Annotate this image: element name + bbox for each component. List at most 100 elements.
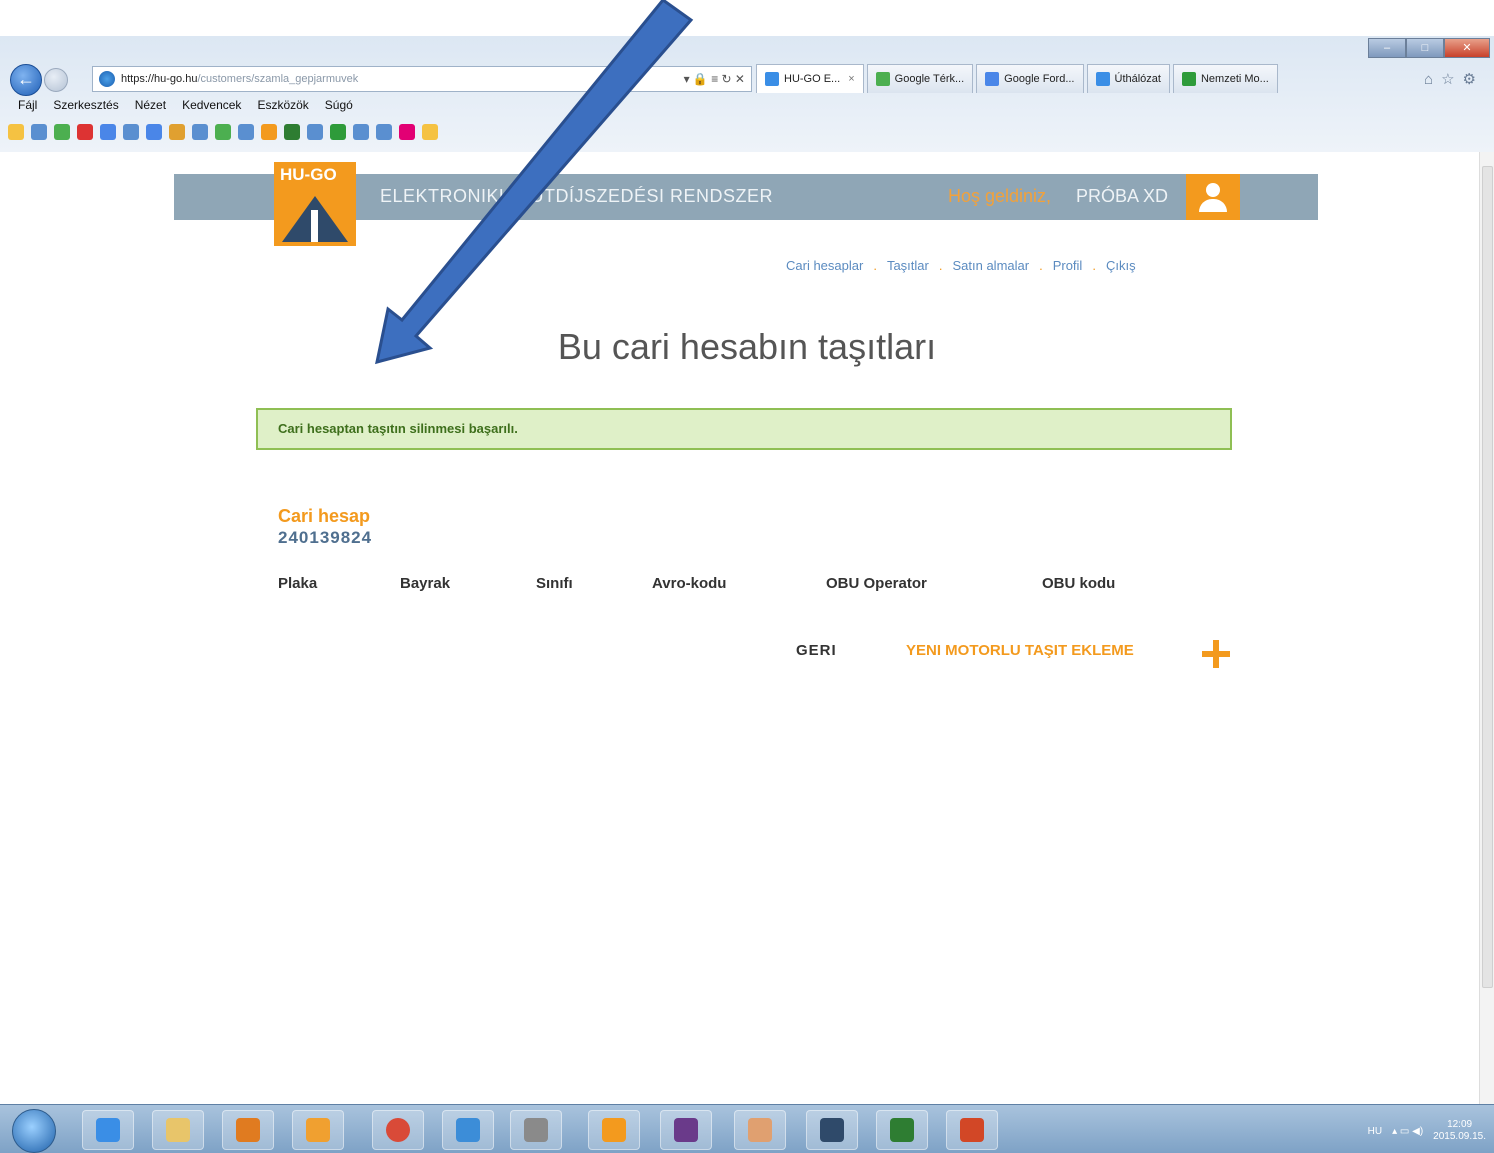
menu-item[interactable]: Kedvencek <box>182 98 241 112</box>
nav-link[interactable]: Taşıtlar <box>887 258 929 273</box>
minimize-button[interactable]: – <box>1368 38 1406 58</box>
road-line <box>311 210 318 242</box>
menu-item[interactable]: Eszközök <box>257 98 308 112</box>
map-fav-icon[interactable] <box>169 124 185 140</box>
dark-green-fav-icon[interactable] <box>284 124 300 140</box>
browser-tab[interactable]: Google Ford... <box>976 64 1084 93</box>
green-fav-icon[interactable] <box>54 124 70 140</box>
nav-separator: . <box>1039 258 1043 273</box>
tab-favicon-icon <box>1095 72 1110 86</box>
tray-icons[interactable]: ▴ ▭ ◀) <box>1392 1126 1423 1137</box>
nav-link[interactable]: Profil <box>1053 258 1083 273</box>
lync-taskbar-icon[interactable] <box>442 1110 494 1150</box>
url-path: /customers/szamla_gepjarmuvek <box>197 73 359 85</box>
nav-link[interactable]: Satın almalar <box>952 258 1029 273</box>
ie-fav-icon[interactable] <box>376 124 392 140</box>
nav-separator: . <box>938 258 943 273</box>
media-player-taskbar-icon[interactable] <box>222 1110 274 1150</box>
phone-taskbar-icon[interactable] <box>660 1110 712 1150</box>
menu-item[interactable]: Súgó <box>325 98 353 112</box>
back-button[interactable]: ← <box>10 64 42 96</box>
clock-date: 2015.09.15. <box>1433 1131 1486 1142</box>
chrome-taskbar-icon[interactable] <box>372 1110 424 1150</box>
browser-tab[interactable]: HU-GO E... × <box>756 64 864 93</box>
account-number: 240139824 <box>278 528 373 547</box>
tab-label: Nemzeti Mo... <box>1200 73 1269 85</box>
hugo-taskbar-icon[interactable] <box>806 1110 858 1150</box>
logo-text: HU-GO <box>280 165 337 184</box>
app-taskbar-icon[interactable] <box>588 1110 640 1150</box>
language-indicator[interactable]: HU <box>1368 1126 1382 1137</box>
vertical-scrollbar[interactable] <box>1479 152 1494 1104</box>
nav-separator: . <box>1092 258 1096 273</box>
hu-go-logo[interactable]: HU-GO <box>274 162 356 246</box>
back-link[interactable]: GERI <box>796 642 837 659</box>
yellow-fav-icon[interactable] <box>422 124 438 140</box>
windows-taskbar: HU ▴ ▭ ◀) 12:09 2015.09.15. <box>0 1104 1494 1153</box>
ie-fav-icon[interactable] <box>31 124 47 140</box>
favorites-star-icon[interactable] <box>8 124 24 140</box>
ie-fav-icon[interactable] <box>123 124 139 140</box>
ie-taskbar-icon[interactable] <box>82 1110 134 1150</box>
user-icon[interactable] <box>1186 174 1240 220</box>
start-button[interactable] <box>12 1109 56 1153</box>
nav-link[interactable]: Cari hesaplar <box>786 258 863 273</box>
username: PRÓBA XD <box>1076 186 1169 206</box>
ie-fav-icon[interactable] <box>192 124 208 140</box>
outlook-taskbar-icon[interactable] <box>292 1110 344 1150</box>
explorer-taskbar-icon[interactable] <box>152 1110 204 1150</box>
tab-favicon-icon <box>1181 72 1196 86</box>
ie-fav-icon[interactable] <box>307 124 323 140</box>
ie-fav-icon[interactable] <box>238 124 254 140</box>
green-square-fav-icon[interactable] <box>330 124 346 140</box>
tab-close-icon[interactable]: × <box>848 65 854 93</box>
column-header-sinifi: Sınıfı <box>536 575 573 592</box>
nav-separator: . <box>873 258 877 273</box>
blue-fav-icon[interactable] <box>100 124 116 140</box>
ie-fav-icon[interactable] <box>353 124 369 140</box>
translate-fav-icon[interactable] <box>146 124 162 140</box>
excel-taskbar-icon[interactable] <box>876 1110 928 1150</box>
orange-fav-icon[interactable] <box>261 124 277 140</box>
column-header-obu-kodu: OBU kodu <box>1042 575 1116 592</box>
user-icon-head <box>1206 183 1220 197</box>
browser-tab[interactable]: Nemzeti Mo... <box>1172 64 1278 93</box>
address-bar-icons[interactable]: ▾ 🔒 ≡ ↻ ✕ <box>684 67 745 91</box>
scrollbar-thumb[interactable] <box>1482 166 1493 988</box>
close-window-button[interactable]: ✕ <box>1444 38 1490 58</box>
account-label: Cari hesap <box>278 506 371 526</box>
menu-item[interactable]: Szerkesztés <box>53 98 118 112</box>
column-header-bayrak: Bayrak <box>400 575 451 592</box>
tab-favicon-icon <box>875 72 890 86</box>
telekom-fav-icon[interactable] <box>399 124 415 140</box>
forward-button[interactable] <box>44 68 68 92</box>
favorites-bar <box>8 124 438 140</box>
green-fav-icon[interactable] <box>215 124 231 140</box>
tab-label: Google Térk... <box>894 73 965 85</box>
plus-icon[interactable] <box>1202 640 1230 668</box>
add-vehicle-link[interactable]: YENI MOTORLU TAŞIT EKLEME <box>906 642 1134 659</box>
tab-strip: HU-GO E... × Google Térk... Google Ford... Ú… <box>756 64 1281 94</box>
welcome-text: Hoş geldiniz, <box>948 186 1052 206</box>
powerpoint-taskbar-icon[interactable] <box>946 1110 998 1150</box>
maximize-button[interactable]: □ <box>1406 38 1444 58</box>
address-bar[interactable]: https://hu-go.hu/customers/szamla_gepjar… <box>92 66 752 92</box>
tab-favicon-icon <box>985 72 1000 86</box>
nav-link[interactable]: Çıkış <box>1106 258 1136 273</box>
user-icon-body <box>1199 199 1227 212</box>
menu-item[interactable]: Fájl <box>18 98 37 112</box>
system-tray: HU ▴ ▭ ◀) 12:09 2015.09.15. <box>1368 1119 1486 1143</box>
top-blank-area <box>0 0 1494 36</box>
page-title: Bu cari hesabın taşıtları <box>557 326 937 367</box>
contact-taskbar-icon[interactable] <box>734 1110 786 1150</box>
menu-item[interactable]: Nézet <box>135 98 166 112</box>
red-fav-icon[interactable] <box>77 124 93 140</box>
cat-app-taskbar-icon[interactable] <box>510 1110 562 1150</box>
browser-tab[interactable]: Úthálózat <box>1086 64 1170 93</box>
url-host: https://hu-go.hu <box>121 73 198 85</box>
clock[interactable]: 12:09 2015.09.15. <box>1433 1119 1486 1143</box>
home-favorites-settings-icons[interactable]: ⌂☆⚙ <box>1424 70 1484 88</box>
browser-tab[interactable]: Google Térk... <box>866 64 974 93</box>
web-page: HU-GO ELEKTRONIKUS ÚTDÍJSZEDÉSI RENDSZER… <box>0 152 1480 1104</box>
window-controls: – □ ✕ <box>1368 38 1490 58</box>
